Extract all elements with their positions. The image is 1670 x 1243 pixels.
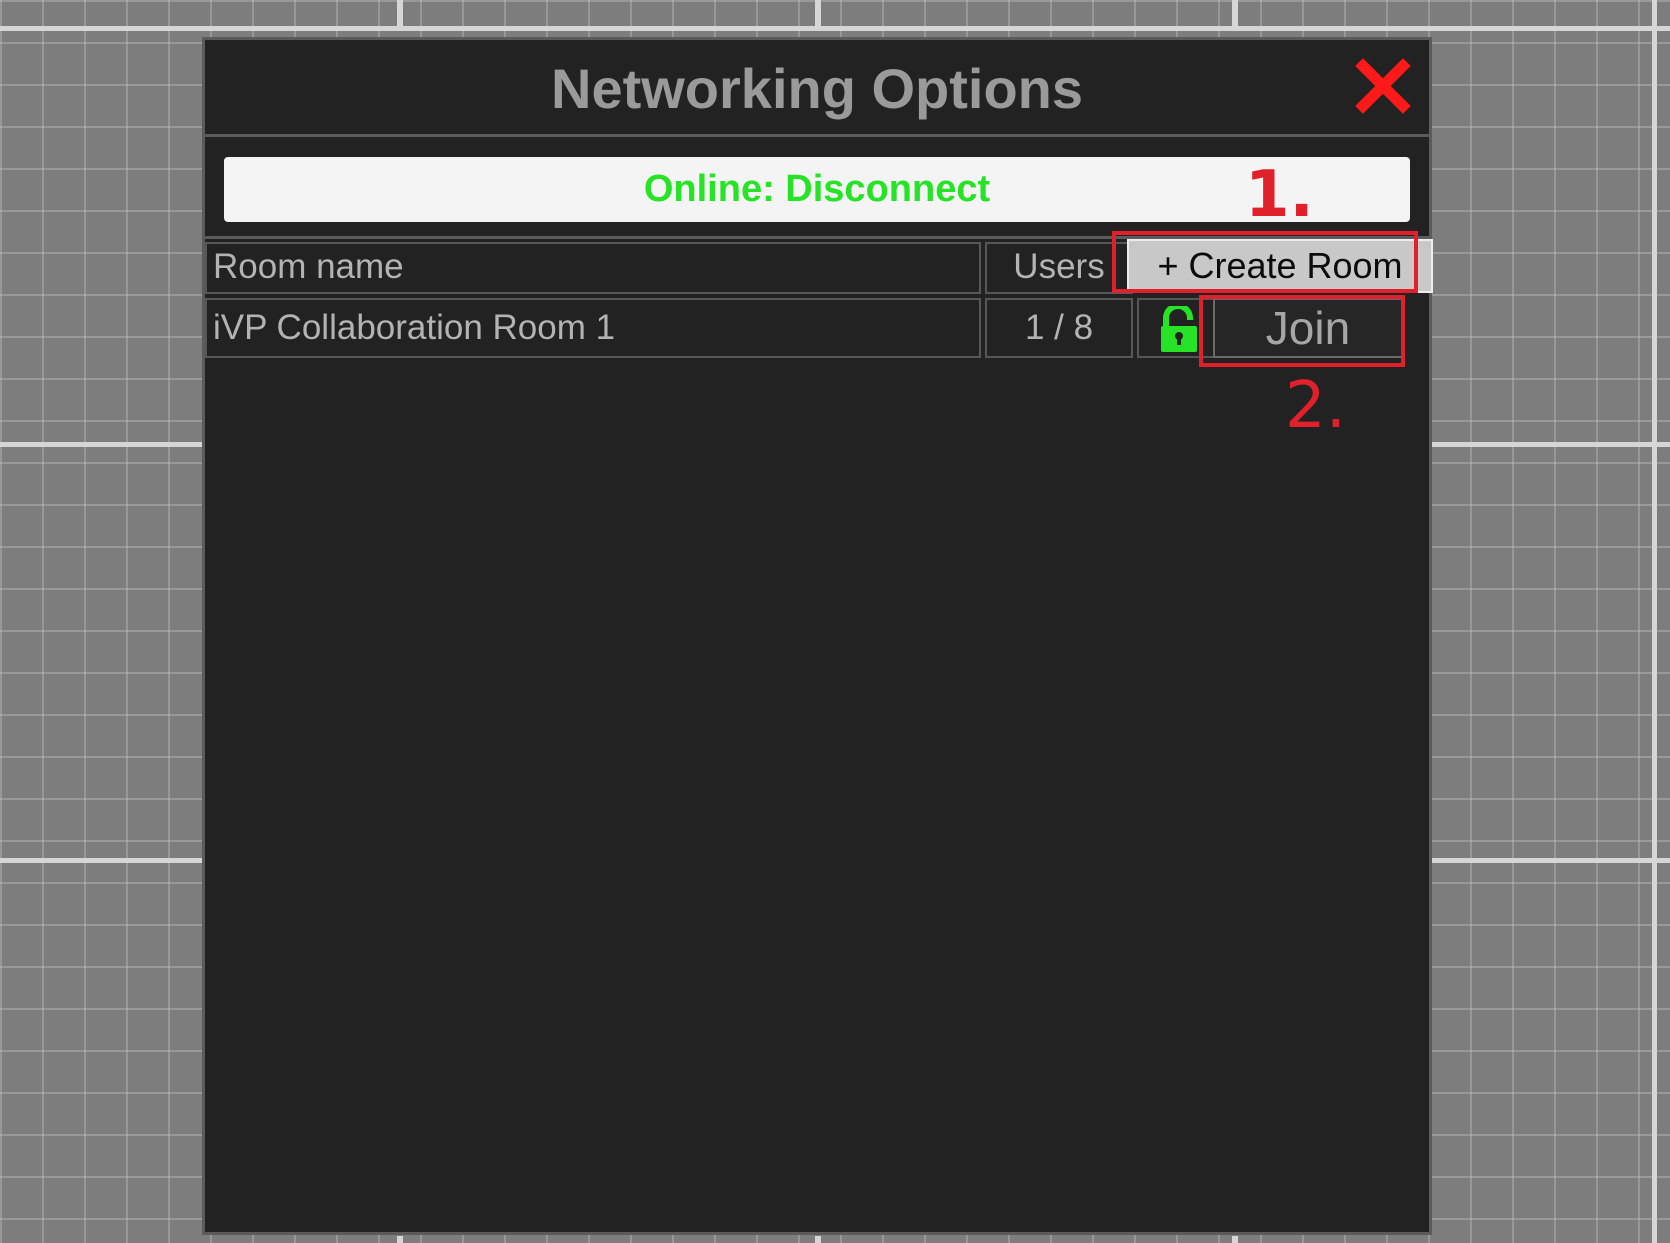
unlocked-padlock-icon: [1161, 306, 1197, 352]
annotation-label-2: 2.: [1285, 369, 1347, 443]
background-grid-tick: [1232, 1236, 1238, 1243]
title-bar: Networking Options: [205, 40, 1429, 137]
background-grid-tick: [397, 0, 403, 30]
background-grid-tick: [397, 1236, 403, 1243]
close-button[interactable]: [1355, 58, 1411, 114]
background-grid-tick: [815, 0, 821, 30]
room-name-cell: iVP Collaboration Room 1: [205, 298, 981, 358]
panel-title: Networking Options: [551, 57, 1083, 120]
room-name-column-header: Room name: [205, 242, 981, 294]
networking-options-panel: Networking Options Online: Disconnect Ro…: [202, 37, 1433, 1235]
background-grid-tick: [815, 1236, 821, 1243]
users-column-header: Users: [985, 242, 1133, 294]
annotation-box-create-room: [1112, 231, 1418, 293]
annotation-label-1: 1.: [1245, 158, 1314, 232]
close-x-icon: [1355, 58, 1411, 114]
online-disconnect-button[interactable]: Online: Disconnect: [224, 157, 1410, 222]
background-grid-tick: [1232, 0, 1238, 30]
annotation-box-join: [1199, 295, 1405, 367]
room-users-cell: 1 / 8: [985, 298, 1133, 358]
